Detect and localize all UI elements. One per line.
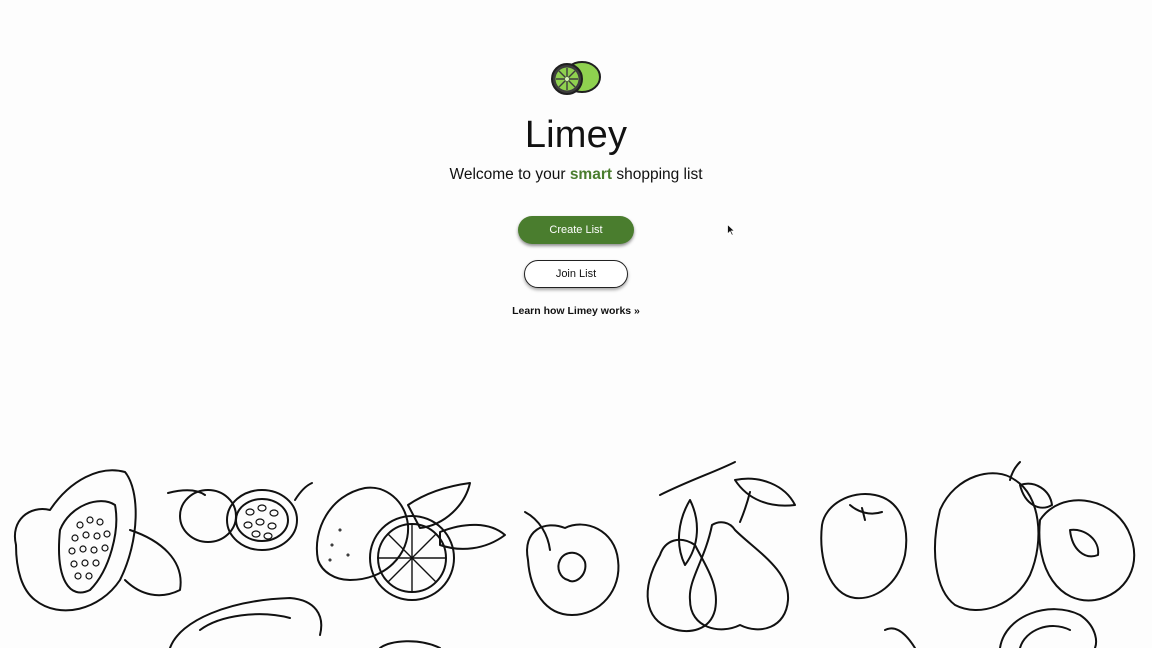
- round-fruit-drawing: [820, 493, 908, 600]
- tagline-text-end: shopping list: [612, 166, 703, 183]
- papaya-drawing: [13, 469, 182, 612]
- tagline-accent: smart: [569, 166, 613, 183]
- create-list-button[interactable]: Create List: [518, 216, 634, 244]
- fruit-line-art-illustration: [0, 450, 1152, 648]
- pears-drawing: [646, 461, 796, 632]
- app-title: Limey: [524, 114, 628, 156]
- tagline: Welcome to your smart shopping list: [0, 165, 1152, 185]
- learn-how-link[interactable]: Learn how Limey works »: [0, 304, 1152, 318]
- tagline-text-start: Welcome to your: [449, 166, 570, 183]
- mouse-pointer-icon: [727, 223, 736, 236]
- lemon-drawing: [315, 482, 506, 601]
- lime-logo-icon: [549, 58, 603, 100]
- passion-fruit-drawing: [167, 482, 313, 551]
- join-list-button[interactable]: Join List: [524, 260, 628, 288]
- apple-half-drawing: [524, 511, 620, 616]
- quince-drawing: [934, 461, 1136, 611]
- landing-page: Limey Welcome to your smart shopping lis…: [0, 0, 1152, 648]
